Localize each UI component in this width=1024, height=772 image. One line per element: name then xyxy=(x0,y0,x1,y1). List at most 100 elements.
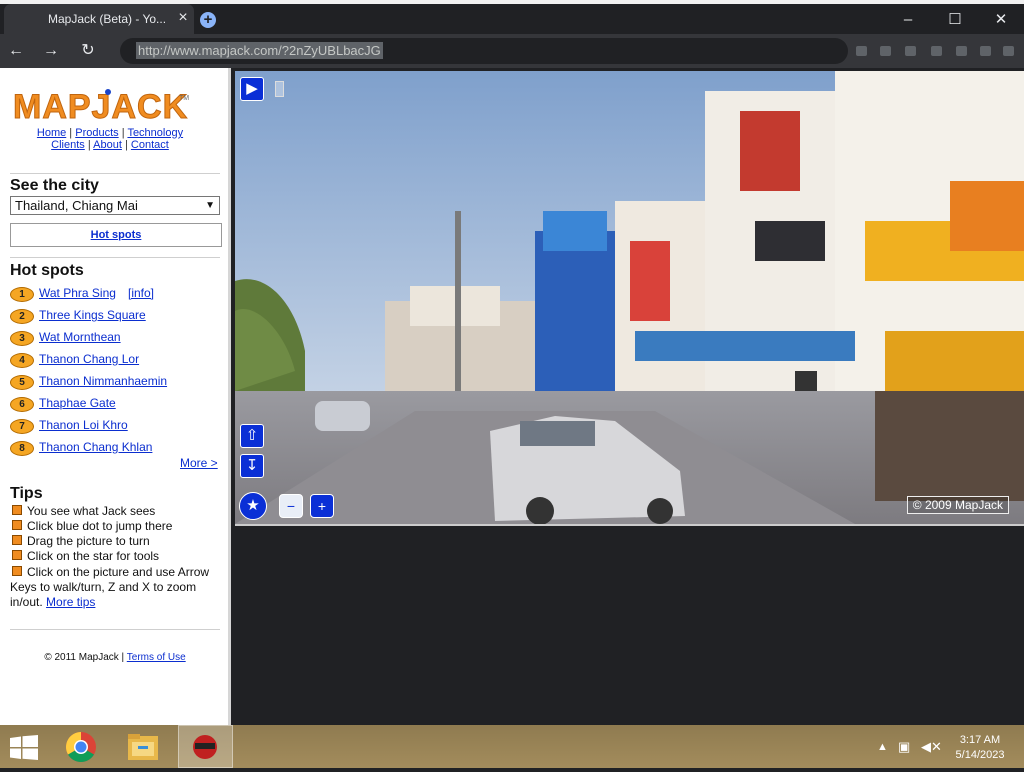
active-app-taskbar-icon[interactable] xyxy=(178,725,233,768)
tip-item: Click blue dot to jump there xyxy=(10,519,172,533)
nav-clients-link[interactable]: Clients xyxy=(51,139,85,151)
forward-icon[interactable]: → xyxy=(40,40,62,62)
extension-icon[interactable] xyxy=(980,46,991,56)
hot-spot-link[interactable]: Thanon Nimmanhaemin xyxy=(39,374,167,388)
network-icon[interactable]: ▣ xyxy=(898,739,910,755)
url-text: http://www.mapjack.com/?2nZyUBLbacJG xyxy=(136,42,383,59)
windows-start-icon[interactable] xyxy=(10,735,38,760)
tip-text: You see what Jack sees xyxy=(27,504,156,518)
tab-title: MapJack (Beta) - Yo... xyxy=(48,12,167,26)
volume-muted-icon[interactable]: ◀✕ xyxy=(921,739,942,755)
hot-spot-number: 6 xyxy=(10,397,34,412)
tools-star-icon[interactable]: ★ xyxy=(239,492,267,520)
hot-spots-heading: Hot spots xyxy=(10,262,84,279)
hot-spot-link[interactable]: Thanon Chang Khlan xyxy=(39,440,152,454)
extension-icon[interactable] xyxy=(1003,46,1014,56)
bullet-icon xyxy=(12,535,22,545)
clock-time: 3:17 AM xyxy=(959,734,1001,746)
nav-technology-link[interactable]: Technology xyxy=(127,127,183,139)
bullet-icon xyxy=(12,505,22,515)
hot-spot-link[interactable]: Thanon Loi Khro xyxy=(39,418,128,432)
info-link[interactable]: [info] xyxy=(128,286,154,300)
hot-spot-number: 2 xyxy=(10,309,34,324)
hot-spot-number: 8 xyxy=(10,441,34,456)
browser-tab[interactable]: MapJack (Beta) - Yo... × xyxy=(4,4,194,34)
logo-dot xyxy=(105,89,111,95)
zoom-in-icon[interactable]: + xyxy=(310,494,334,518)
tab-bar: MapJack (Beta) - Yo... × + – ☐ ✕ xyxy=(0,4,1024,34)
bullet-icon xyxy=(12,520,22,530)
show-hidden-icons[interactable]: ▲ xyxy=(877,741,888,753)
extension-icon[interactable] xyxy=(905,46,916,56)
chevron-down-icon: ▼ xyxy=(205,200,215,211)
move-forward-icon[interactable]: ⇧ xyxy=(240,424,264,448)
hot-spot-number: 4 xyxy=(10,353,34,368)
minimize-icon[interactable]: – xyxy=(893,10,923,30)
bullet-icon xyxy=(12,550,22,560)
clock-date: 5/14/2023 xyxy=(955,749,1005,761)
new-tab-icon[interactable]: + xyxy=(200,12,216,28)
file-explorer-icon[interactable] xyxy=(118,728,168,766)
divider xyxy=(10,629,220,630)
system-clock[interactable]: 3:17 AM 5/14/2023 xyxy=(945,733,1015,763)
tip-text: Click blue dot to jump there xyxy=(27,519,173,533)
sidebar-toggle-icon[interactable] xyxy=(275,81,284,97)
reload-icon[interactable]: ↻ xyxy=(77,40,99,62)
page-content: MAPJACK TM Home | Products | Technology … xyxy=(0,68,1024,725)
divider xyxy=(10,257,220,258)
hot-spot-link[interactable]: Wat Phra Sing xyxy=(39,286,116,300)
see-city-heading: See the city xyxy=(10,177,99,194)
extension-icon[interactable] xyxy=(956,46,967,56)
tips-heading: Tips xyxy=(10,485,43,502)
tip-item: Click on the picture and use Arrow Keys … xyxy=(10,565,225,610)
tip-text: Drag the picture to turn xyxy=(27,534,150,548)
sidebar: MAPJACK TM Home | Products | Technology … xyxy=(0,68,231,725)
hot-spots-link[interactable]: Hot spots xyxy=(91,229,142,241)
hot-spot-link[interactable]: Thaphae Gate xyxy=(39,396,116,410)
viewer-copyright: © 2009 MapJack xyxy=(906,496,1009,514)
navigation-bar: ← → ↻ http://www.mapjack.com/?2nZyUBLbac… xyxy=(0,34,1024,68)
tip-item: Drag the picture to turn xyxy=(10,534,150,548)
more-hot-spots-link[interactable]: More > xyxy=(180,456,218,470)
turn-around-icon[interactable]: ↧ xyxy=(240,454,264,478)
street-scene-image xyxy=(235,71,1024,524)
more-tips-link[interactable]: More tips xyxy=(46,595,95,609)
back-icon[interactable]: ← xyxy=(5,40,27,62)
footer: © 2011 MapJack | Terms of Use xyxy=(10,652,220,663)
windows-taskbar: ▲ ▣ ◀✕ 3:17 AM 5/14/2023 xyxy=(0,725,1024,768)
maximize-icon[interactable]: ☐ xyxy=(940,10,970,30)
zoom-out-icon[interactable]: − xyxy=(279,494,303,518)
tip-item: Click on the star for tools xyxy=(10,549,159,563)
site-nav-row-1: Home | Products | Technology xyxy=(36,127,184,139)
tip-text: Click on the star for tools xyxy=(27,549,160,563)
hot-spot-link[interactable]: Wat Mornthean xyxy=(39,330,121,344)
hot-spots-box: Hot spots xyxy=(10,223,222,247)
close-window-icon[interactable]: ✕ xyxy=(986,10,1016,30)
address-bar[interactable]: http://www.mapjack.com/?2nZyUBLbacJG xyxy=(120,38,848,64)
extension-icon[interactable] xyxy=(931,46,942,56)
footer-copyright: © 2011 MapJack | xyxy=(44,652,125,663)
hot-spot-number: 3 xyxy=(10,331,34,346)
extension-icon[interactable] xyxy=(880,46,891,56)
nav-contact-link[interactable]: Contact xyxy=(131,139,169,151)
nav-about-link[interactable]: About xyxy=(93,139,122,151)
city-select[interactable]: Thailand, Chiang Mai ▼ xyxy=(10,196,220,215)
nav-products-link[interactable]: Products xyxy=(75,127,118,139)
hot-spot-link[interactable]: Thanon Chang Lor xyxy=(39,352,139,366)
bullet-icon xyxy=(12,566,22,576)
mapjack-logo[interactable]: MAPJACK xyxy=(12,90,188,125)
hot-spot-number: 7 xyxy=(10,419,34,434)
chrome-taskbar-icon[interactable] xyxy=(56,728,106,766)
logo-trademark: TM xyxy=(179,95,190,102)
mode-toggle-icon[interactable]: ▶ xyxy=(240,77,264,101)
terms-of-use-link[interactable]: Terms of Use xyxy=(127,652,186,663)
tip-text: Click on the picture and use Arrow Keys … xyxy=(10,565,210,609)
hot-spot-number: 1 xyxy=(10,287,34,302)
street-view-panorama[interactable]: ▶ ⇧ ↧ ★ − + © 2009 MapJack xyxy=(235,71,1024,526)
hot-spot-link[interactable]: Three Kings Square xyxy=(39,308,146,322)
city-select-value: Thailand, Chiang Mai xyxy=(15,198,138,213)
nav-home-link[interactable]: Home xyxy=(37,127,66,139)
close-tab-icon[interactable]: × xyxy=(176,9,190,27)
extension-icon[interactable] xyxy=(856,46,867,56)
hot-spot-number: 5 xyxy=(10,375,34,390)
